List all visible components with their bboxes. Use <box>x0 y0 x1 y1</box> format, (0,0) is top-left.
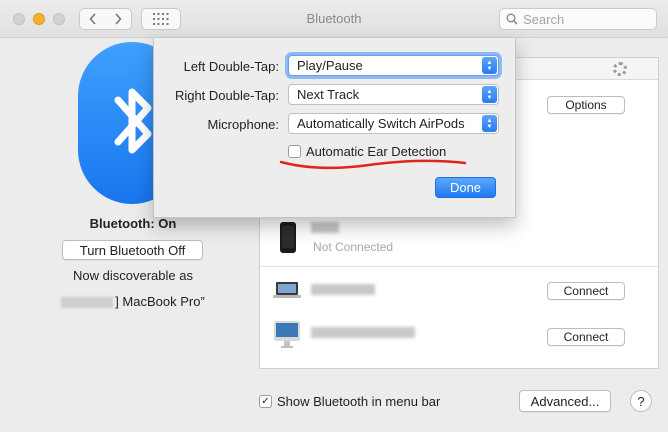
search-field[interactable]: Search <box>499 8 657 30</box>
discoverable-name: ] MacBook Pro” <box>52 294 214 309</box>
redacted-device-name <box>311 222 339 233</box>
up-down-arrows-icon: ▲ ▼ <box>482 57 497 74</box>
show-in-menu-bar-option[interactable]: ✓ Show Bluetooth in menu bar <box>259 394 440 409</box>
right-double-tap-popup[interactable]: Next Track ▲ ▼ <box>288 84 499 105</box>
discoverable-label: Now discoverable as <box>73 268 193 283</box>
options-button[interactable]: Options <box>547 96 625 114</box>
bluetooth-status: Bluetooth: On <box>89 216 177 231</box>
show-in-menu-bar-checkbox[interactable]: ✓ <box>259 395 272 408</box>
imac-icon <box>274 321 300 348</box>
right-double-tap-label: Right Double-Tap: <box>174 88 279 103</box>
left-double-tap-label: Left Double-Tap: <box>183 59 279 74</box>
loading-spinner-icon <box>613 62 627 76</box>
microphone-value: Automatically Switch AirPods <box>297 116 465 131</box>
show-in-menu-bar-label: Show Bluetooth in menu bar <box>277 394 441 409</box>
microphone-label: Microphone: <box>207 117 279 132</box>
advanced-button[interactable]: Advanced... <box>519 390 611 412</box>
left-double-tap-popup[interactable]: Play/Pause ▲ ▼ <box>288 55 499 76</box>
airpods-options-sheet: Left Double-Tap: Play/Pause ▲ ▼ Right Dou… <box>153 38 516 218</box>
up-down-arrows-icon: ▲ ▼ <box>482 115 497 132</box>
device-row-macbook[interactable]: Connect <box>260 267 658 311</box>
redacted-device-name <box>311 327 415 338</box>
turn-bluetooth-off-button[interactable]: Turn Bluetooth Off <box>62 240 203 260</box>
device-row-imac[interactable]: Connect <box>260 311 658 361</box>
title-bar: Bluetooth Search <box>0 0 668 38</box>
red-annotation-underline <box>279 159 467 170</box>
help-button[interactable]: ? <box>630 390 652 412</box>
left-double-tap-value: Play/Pause <box>297 58 363 73</box>
macbook-icon <box>273 282 301 298</box>
up-down-arrows-icon: ▲ ▼ <box>482 86 497 103</box>
right-double-tap-value: Next Track <box>297 87 360 102</box>
iphone-icon <box>280 222 296 253</box>
redacted-device-name <box>311 284 375 295</box>
bluetooth-preferences-window: Bluetooth Search Bluetooth: On Turn Blue… <box>0 0 668 432</box>
discoverable-name-text: ] MacBook Pro” <box>115 294 205 309</box>
connect-button-imac[interactable]: Connect <box>547 328 625 346</box>
iphone-status: Not Connected <box>313 240 394 254</box>
connect-button-macbook[interactable]: Connect <box>547 282 625 300</box>
search-icon <box>506 13 518 25</box>
microphone-popup[interactable]: Automatically Switch AirPods ▲ ▼ <box>288 113 499 134</box>
redacted-name <box>61 297 114 309</box>
done-button[interactable]: Done <box>435 177 496 198</box>
search-placeholder: Search <box>523 11 565 27</box>
